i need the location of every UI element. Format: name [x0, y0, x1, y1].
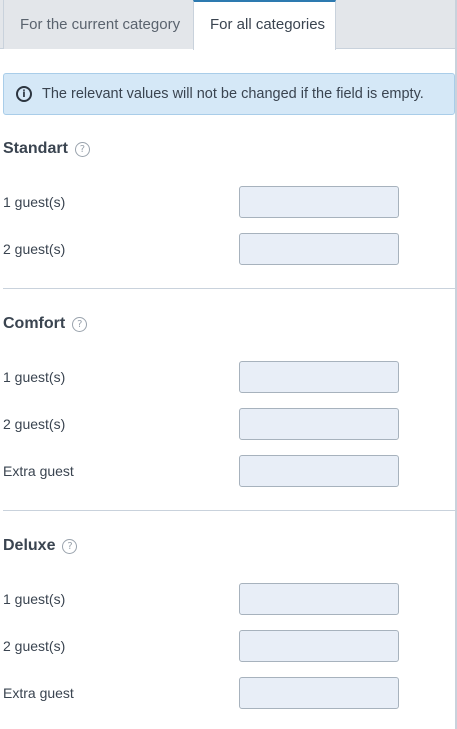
comfort-1-guest-input[interactable] [239, 361, 399, 393]
row-label: 2 guest(s) [3, 638, 66, 654]
section-title-comfort: Comfort ? [3, 315, 88, 333]
section-divider [3, 510, 455, 511]
row-label: 2 guest(s) [3, 241, 66, 257]
section-title-text: Standart [3, 140, 68, 157]
row-label: 1 guest(s) [3, 369, 66, 385]
section-title-deluxe: Deluxe ? [3, 537, 78, 555]
tab-bar: For the current category For all categor… [0, 0, 455, 50]
row-label: Extra guest [3, 463, 74, 479]
help-icon[interactable]: ? [72, 316, 88, 332]
info-notice: i The relevant values will not be change… [3, 73, 455, 115]
tab-current-category[interactable]: For the current category [3, 0, 193, 49]
notice-text: The relevant values will not be changed … [42, 86, 424, 102]
section-title-text: Deluxe [3, 537, 56, 554]
section-title-standart: Standart ? [3, 140, 90, 158]
standart-2-guest-input[interactable] [239, 233, 399, 265]
row-label: 1 guest(s) [3, 591, 66, 607]
deluxe-2-guest-input[interactable] [239, 630, 399, 662]
row-label: Extra guest [3, 685, 74, 701]
tab-all-categories[interactable]: For all categories [193, 0, 336, 50]
deluxe-1-guest-input[interactable] [239, 583, 399, 615]
comfort-2-guest-input[interactable] [239, 408, 399, 440]
section-divider [3, 288, 455, 289]
standart-1-guest-input[interactable] [239, 186, 399, 218]
row-label: 1 guest(s) [3, 194, 66, 210]
row-label: 2 guest(s) [3, 416, 66, 432]
info-icon: i [16, 86, 32, 102]
section-title-text: Comfort [3, 315, 66, 332]
deluxe-extra-guest-input[interactable] [239, 677, 399, 709]
help-icon[interactable]: ? [62, 538, 78, 554]
help-icon[interactable]: ? [74, 141, 90, 157]
comfort-extra-guest-input[interactable] [239, 455, 399, 487]
